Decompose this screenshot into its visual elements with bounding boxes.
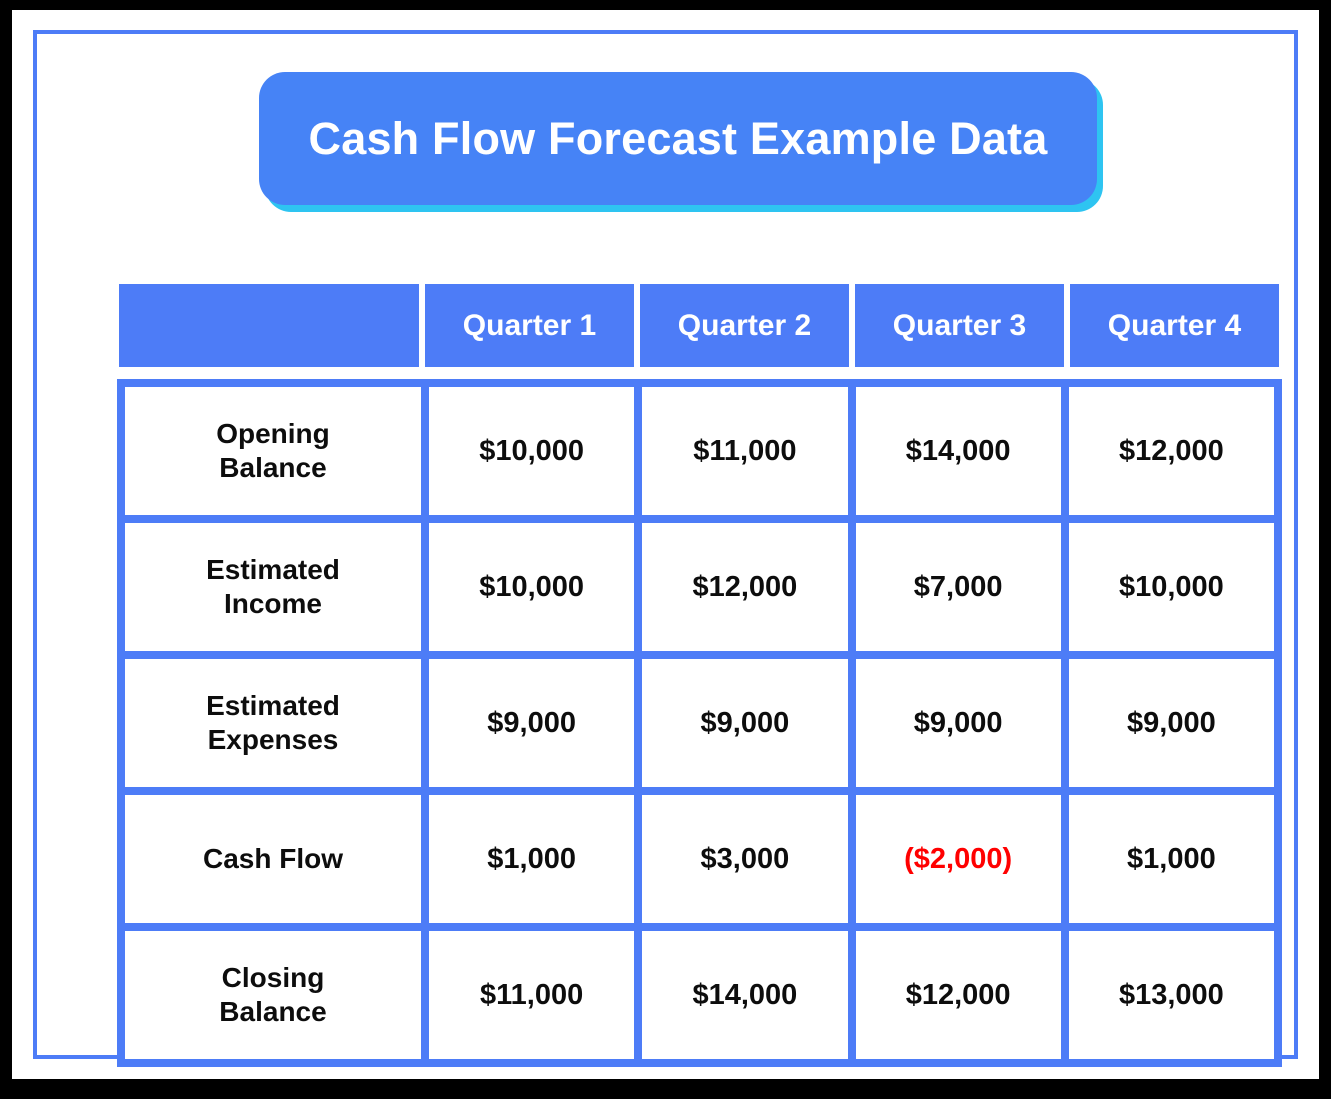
table-cell: $9,000 xyxy=(642,659,848,787)
cell-value: $12,000 xyxy=(905,978,1011,1011)
row-label-closing-balance: Closing Balance xyxy=(219,961,326,1029)
table-body: Opening Balance $10,000 $11,000 $14,000 xyxy=(117,379,1282,1067)
table-cell: $14,000 xyxy=(855,387,1061,515)
row-label-cell: Estimated Expenses xyxy=(125,659,421,787)
row-label-opening-balance: Opening Balance xyxy=(216,417,330,485)
table-cell: $12,000 xyxy=(1068,387,1274,515)
title-banner-wrapper: Cash Flow Forecast Example Data xyxy=(259,72,1109,214)
white-card: Cash Flow Forecast Example Data Quarter … xyxy=(12,10,1319,1079)
table-header-cell-quarter-2: Quarter 2 xyxy=(640,284,849,367)
table-cell: ($2,000) xyxy=(855,795,1061,923)
cell-value: $3,000 xyxy=(700,842,790,875)
row-label-line-1: Estimated xyxy=(206,689,340,721)
cell-value: $14,000 xyxy=(692,978,798,1011)
cell-value: $9,000 xyxy=(700,706,790,739)
cell-value: $11,000 xyxy=(480,978,584,1011)
table-cell: $7,000 xyxy=(855,523,1061,651)
row-label-line-2: Balance xyxy=(219,996,327,1027)
table-row: Estimated Income $10,000 $12,000 $7,000 xyxy=(125,523,1274,651)
row-label-estimated-income: Estimated Income xyxy=(206,553,340,621)
cell-value: $7,000 xyxy=(913,570,1003,603)
row-label-cell: Closing Balance xyxy=(125,931,421,1059)
cell-value: $10,000 xyxy=(1118,570,1224,603)
table-row: Cash Flow $1,000 $3,000 ($2,000) $1,000 xyxy=(125,795,1274,923)
table-cell: $11,000 xyxy=(429,931,635,1059)
table-cell: $10,000 xyxy=(429,387,635,515)
cell-value: $10,000 xyxy=(479,570,585,603)
table-header-label-quarter-4: Quarter 4 xyxy=(1107,308,1242,342)
table-header-label-quarter-1: Quarter 1 xyxy=(462,308,597,342)
table-cell: $10,000 xyxy=(1068,523,1274,651)
table-cell: $12,000 xyxy=(855,931,1061,1059)
row-label-cell: Cash Flow xyxy=(125,795,421,923)
cell-value: $1,000 xyxy=(1127,842,1216,875)
row-label-cash-flow: Cash Flow xyxy=(203,842,343,876)
cell-value: $12,000 xyxy=(1118,434,1224,467)
row-label-line-1: Closing xyxy=(221,961,325,993)
table-row: Opening Balance $10,000 $11,000 $14,000 xyxy=(125,387,1274,515)
row-label-line-1: Estimated xyxy=(206,553,340,585)
table-header-cell-blank xyxy=(119,284,419,367)
table-header-cell-quarter-1: Quarter 1 xyxy=(425,284,634,367)
cell-value: $12,000 xyxy=(692,570,798,603)
table-row: Estimated Expenses $9,000 $9,000 $9,000 xyxy=(125,659,1274,787)
cell-value: $13,000 xyxy=(1118,978,1224,1011)
row-label-line-1: Opening xyxy=(216,417,330,449)
table-cell: $11,000 xyxy=(642,387,848,515)
inner-blue-border: Cash Flow Forecast Example Data Quarter … xyxy=(33,30,1298,1067)
row-label-line-1: Cash Flow xyxy=(202,842,343,874)
cell-value: $10,000 xyxy=(479,434,585,467)
table-row: Closing Balance $11,000 $14,000 $12,000 xyxy=(125,931,1274,1059)
table-cell: $3,000 xyxy=(642,795,848,923)
table-header-label-quarter-2: Quarter 2 xyxy=(677,308,812,342)
table-header-cell-quarter-3: Quarter 3 xyxy=(855,284,1064,367)
table-cell: $1,000 xyxy=(429,795,635,923)
table-cell: $9,000 xyxy=(855,659,1061,787)
row-label-line-2: Income xyxy=(223,588,322,619)
table-cell: $10,000 xyxy=(429,523,635,651)
row-label-cell: Opening Balance xyxy=(125,387,421,515)
title-banner: Cash Flow Forecast Example Data xyxy=(259,72,1097,205)
table-cell: $12,000 xyxy=(642,523,848,651)
cell-value: $11,000 xyxy=(693,434,797,467)
page-title: Cash Flow Forecast Example Data xyxy=(308,112,1048,164)
row-label-cell: Estimated Income xyxy=(125,523,421,651)
cell-value: $1,000 xyxy=(487,842,576,875)
table-cell: $9,000 xyxy=(1068,659,1274,787)
row-label-line-2: Expenses xyxy=(207,724,339,755)
table-cell: $13,000 xyxy=(1068,931,1274,1059)
outer-frame: Cash Flow Forecast Example Data Quarter … xyxy=(0,0,1331,1099)
table-header-cell-quarter-4: Quarter 4 xyxy=(1070,284,1279,367)
table-cell: $9,000 xyxy=(429,659,635,787)
table-header-row: Quarter 1 Quarter 2 Quarter 3 Quarter 4 xyxy=(119,284,1280,367)
row-label-line-2: Balance xyxy=(219,452,327,483)
cell-value: $14,000 xyxy=(905,434,1011,467)
table-cell: $1,000 xyxy=(1068,795,1274,923)
table-cell: $14,000 xyxy=(642,931,848,1059)
cell-value-negative: ($2,000) xyxy=(904,842,1013,875)
cell-value: $9,000 xyxy=(487,706,576,739)
table-header-label-quarter-3: Quarter 3 xyxy=(892,308,1027,342)
cell-value: $9,000 xyxy=(913,706,1003,739)
row-label-estimated-expenses: Estimated Expenses xyxy=(206,689,340,757)
cell-value: $9,000 xyxy=(1127,706,1216,739)
